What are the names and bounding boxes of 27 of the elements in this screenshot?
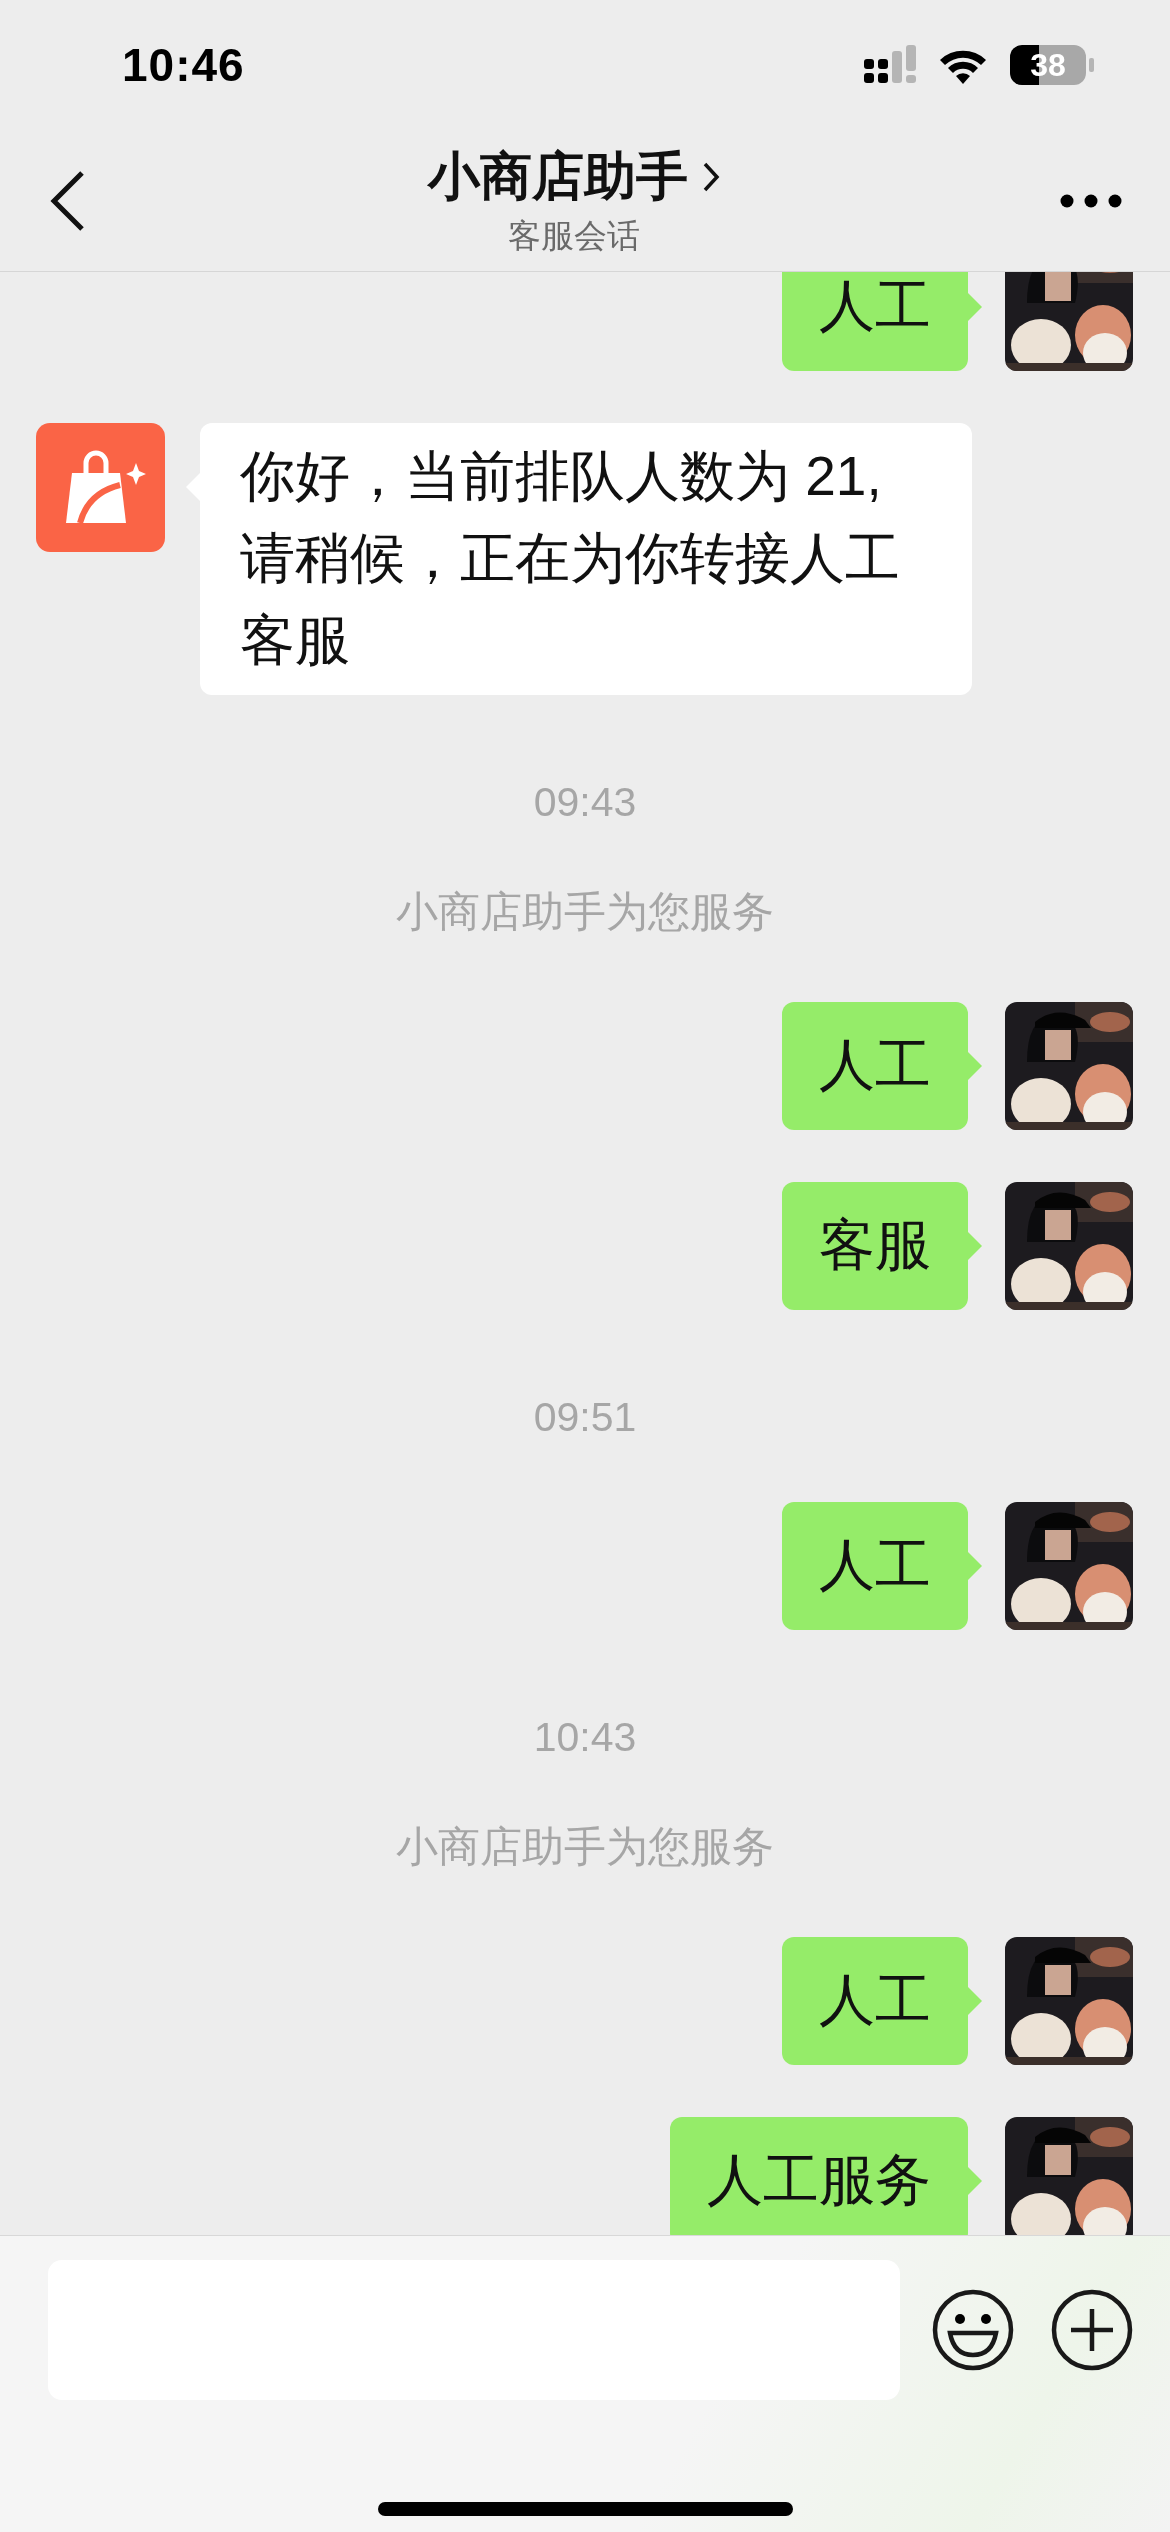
chat-title[interactable]: 小商店助手 xyxy=(428,142,688,212)
bubble-tail xyxy=(968,1987,982,2015)
emoji-button[interactable] xyxy=(932,2289,1014,2371)
message-bubble: 人工 xyxy=(782,1002,968,1130)
chat-subtitle: 客服会话 xyxy=(508,216,640,256)
message-time: 10:43 xyxy=(532,1713,638,1762)
message-bubble: 你好，当前排队人数为 21,请稍候，正在为你转接人工客服 xyxy=(200,423,972,695)
system-notice: 小商店助手为您服务 xyxy=(395,1822,775,1872)
more-button[interactable] xyxy=(1060,193,1122,208)
message-bubble: 人工服务 xyxy=(670,2117,968,2235)
add-button[interactable] xyxy=(1051,2289,1133,2371)
message-bubble: 人工 xyxy=(782,1937,968,2065)
message-time: 09:43 xyxy=(532,778,638,827)
message-time: 09:51 xyxy=(532,1393,638,1442)
system-notice: 小商店助手为您服务 xyxy=(395,887,775,937)
bubble-tail xyxy=(968,1232,982,1260)
shop-bag-icon xyxy=(36,423,165,552)
bubble-tail xyxy=(968,1052,982,1080)
bubble-tail xyxy=(968,293,982,321)
bubble-tail xyxy=(968,2167,982,2195)
message-bubble: 人工 xyxy=(782,1502,968,1630)
message-bubble: 人工 xyxy=(782,272,968,371)
chevron-icon xyxy=(702,161,720,193)
status-time: 10:46 xyxy=(122,38,246,92)
signal-icon xyxy=(864,45,916,85)
message-bubble: 客服 xyxy=(782,1182,968,1310)
bubble-tail xyxy=(968,1552,982,1580)
